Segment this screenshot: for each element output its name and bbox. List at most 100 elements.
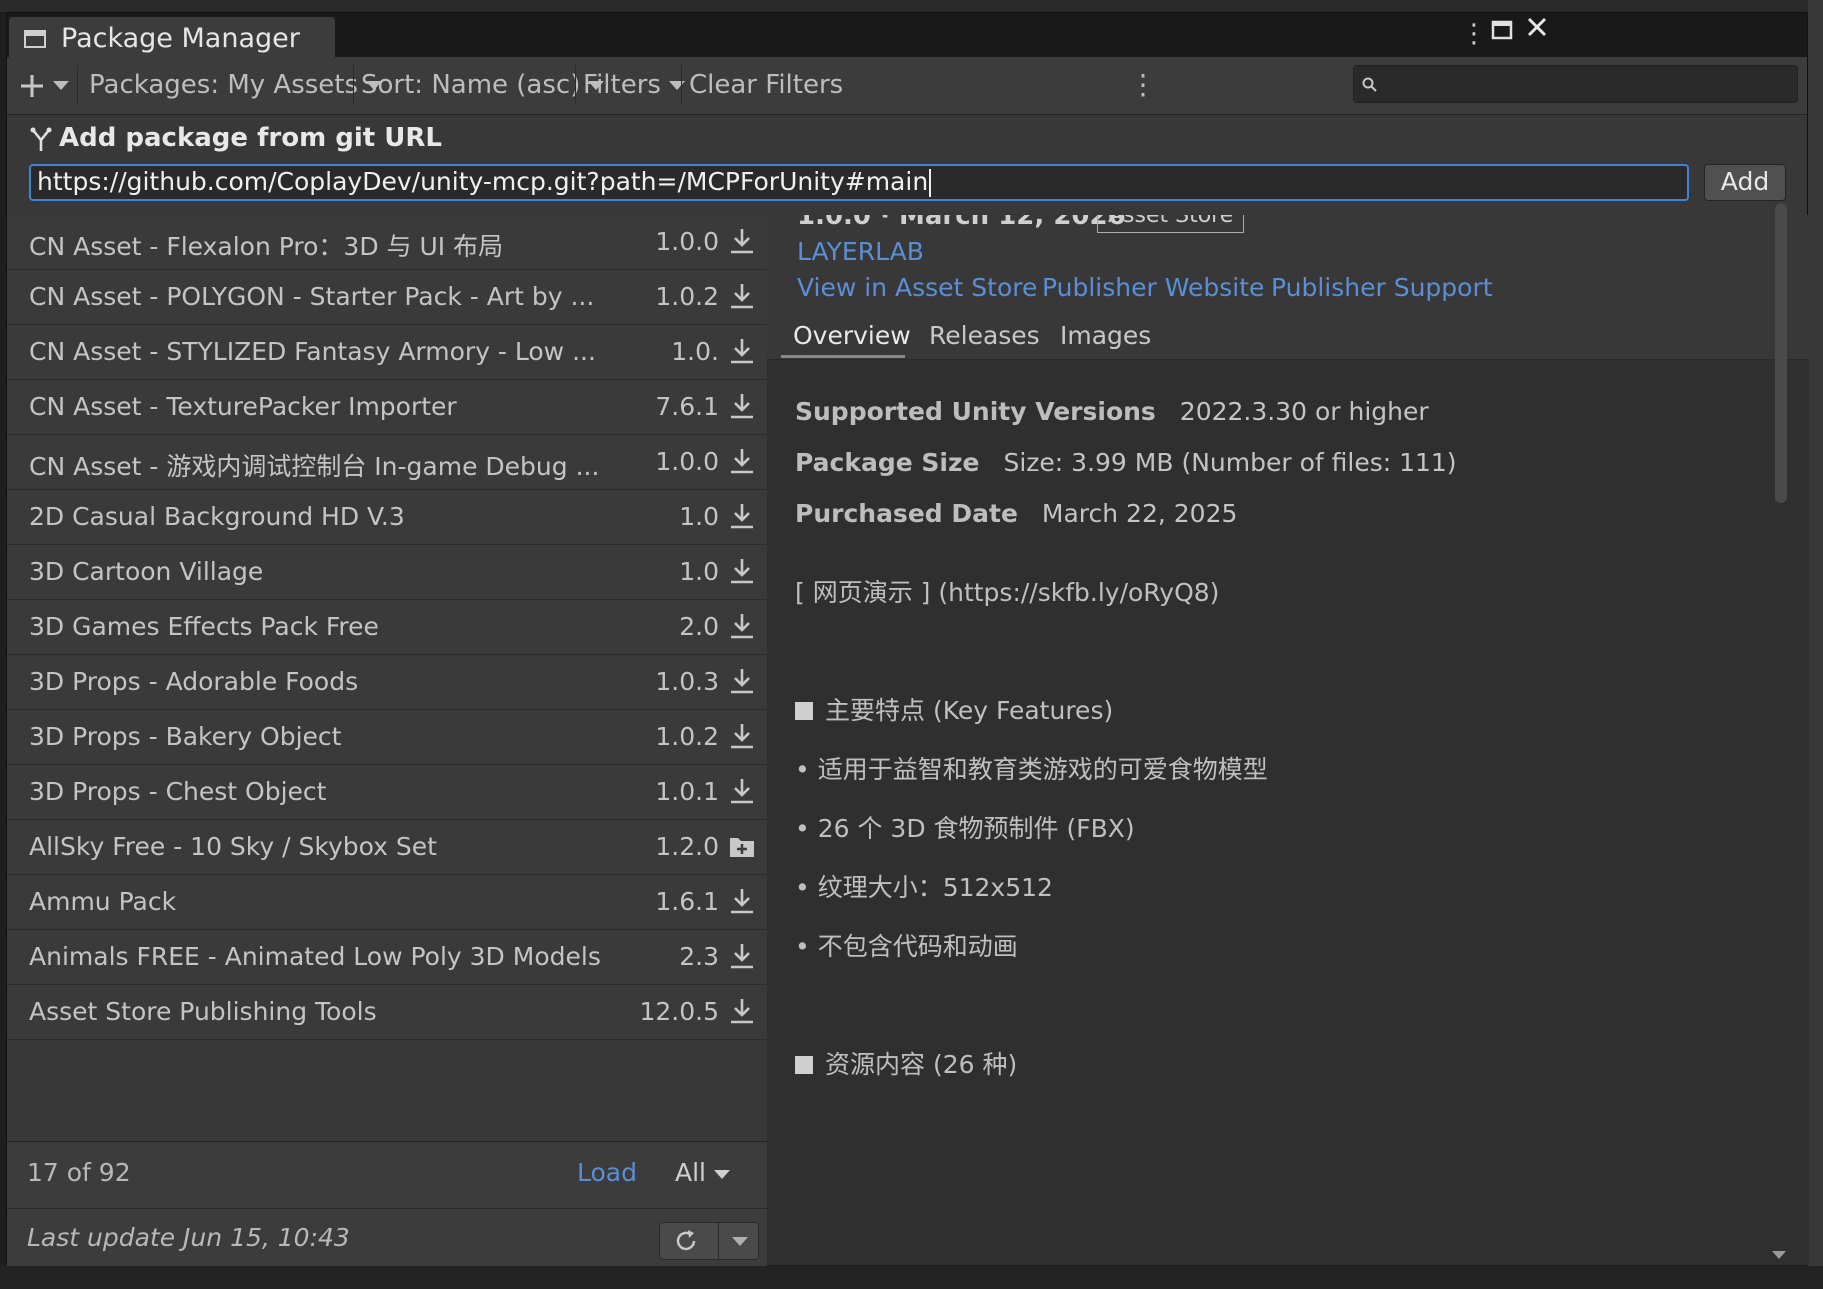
info-row-package-size: Package Size Size: 3.99 MB (Number of fil… bbox=[795, 448, 1457, 477]
package-row[interactable]: 2D Casual Background HD V.3 1.0 bbox=[7, 490, 767, 545]
scroll-down-icon[interactable] bbox=[1772, 1251, 1786, 1259]
details-scrollbar[interactable] bbox=[1775, 203, 1787, 503]
more-options-icon[interactable]: ⋮ bbox=[1461, 19, 1487, 49]
package-icon bbox=[24, 30, 46, 48]
features-heading-text: 主要特点 (Key Features) bbox=[825, 696, 1114, 725]
add-button[interactable]: Add bbox=[1704, 164, 1786, 201]
download-icon[interactable] bbox=[729, 887, 755, 915]
download-icon[interactable] bbox=[729, 557, 755, 585]
package-row[interactable]: AllSky Free - 10 Sky / Skybox Set 1.2.0 bbox=[7, 820, 767, 875]
toolbar: Packages: My Assets Sort: Name (asc) Fil… bbox=[7, 57, 1807, 115]
download-icon[interactable] bbox=[729, 447, 755, 475]
package-row[interactable]: Asset Store Publishing Tools 12.0.5 bbox=[7, 985, 767, 1040]
features-heading: 主要特点 (Key Features) bbox=[795, 691, 1113, 727]
package-name: CN Asset - 游戏内调试控制台 In-game Debug ... bbox=[29, 452, 600, 481]
package-row[interactable]: 3D Cartoon Village 1.0 bbox=[7, 545, 767, 600]
active-tab-indicator bbox=[781, 355, 905, 358]
package-row[interactable]: CN Asset - Flexalon Pro：3D 与 UI 布局 1.0.0 bbox=[7, 215, 767, 270]
feature-text: 纹理大小：512x512 bbox=[817, 873, 1053, 902]
chevron-down-icon bbox=[668, 81, 685, 90]
toolbar-divider bbox=[77, 65, 78, 105]
package-name: AllSky Free - 10 Sky / Skybox Set bbox=[29, 832, 437, 861]
package-row[interactable]: Ammu Pack 1.6.1 bbox=[7, 875, 767, 930]
download-icon[interactable] bbox=[729, 667, 755, 695]
tab-releases[interactable]: Releases bbox=[929, 321, 1040, 350]
publisher-website-link[interactable]: Publisher Website bbox=[1042, 273, 1264, 302]
package-name: 3D Props - Adorable Foods bbox=[29, 667, 359, 696]
details-tabs: Overview Releases Images bbox=[767, 313, 1809, 360]
text-cursor bbox=[929, 169, 932, 197]
publisher-support-link[interactable]: Publisher Support bbox=[1271, 273, 1493, 302]
clear-filters-button[interactable]: Clear Filters bbox=[689, 67, 843, 103]
git-branch-icon bbox=[30, 127, 52, 151]
info-row-purchased-date: Purchased Date March 22, 2025 bbox=[795, 499, 1237, 528]
package-row[interactable]: 3D Props - Bakery Object 1.0.2 bbox=[7, 710, 767, 765]
package-name: Ammu Pack bbox=[29, 887, 177, 916]
package-version: 1.0 bbox=[679, 502, 719, 531]
package-version: 1.2.0 bbox=[655, 832, 719, 861]
editor-toolbar-background bbox=[0, 0, 1823, 12]
download-icon[interactable] bbox=[729, 227, 755, 255]
chevron-down-icon[interactable] bbox=[732, 1237, 748, 1246]
tab-overview[interactable]: Overview bbox=[793, 321, 911, 350]
download-icon[interactable] bbox=[729, 612, 755, 640]
info-value: 2022.3.30 or higher bbox=[1179, 397, 1429, 426]
maximize-icon[interactable] bbox=[1491, 17, 1513, 47]
package-version: 1.0. bbox=[671, 337, 719, 366]
download-icon[interactable] bbox=[729, 722, 755, 750]
publisher-link[interactable]: LAYERLAB bbox=[797, 237, 924, 266]
feature-text: 不包含代码和动画 bbox=[817, 932, 1018, 961]
download-icon[interactable] bbox=[729, 777, 755, 805]
git-url-input[interactable]: https://github.com/CoplayDev/unity-mcp.g… bbox=[29, 164, 1689, 201]
package-name: 3D Cartoon Village bbox=[29, 557, 264, 586]
package-name: 2D Casual Background HD V.3 bbox=[29, 502, 405, 531]
load-amount-dropdown[interactable]: All bbox=[675, 1158, 730, 1187]
download-icon[interactable] bbox=[729, 392, 755, 420]
version-date-line: 1.0.0 · March 12, 2026 bbox=[797, 215, 1126, 231]
close-icon[interactable] bbox=[1525, 15, 1549, 46]
view-in-asset-store-link[interactable]: View in Asset Store bbox=[797, 273, 1037, 302]
package-list: CN Asset - Flexalon Pro：3D 与 UI 布局 1.0.0 C… bbox=[7, 215, 767, 1141]
package-name: 3D Games Effects Pack Free bbox=[29, 612, 379, 641]
filters-dropdown[interactable]: Filters bbox=[583, 67, 685, 103]
package-name: CN Asset - STYLIZED Fantasy Armory - Low… bbox=[29, 337, 596, 366]
package-manager-window: Package Manager ⋮ Packages: My Assets So… bbox=[6, 12, 1809, 1266]
package-name: 3D Props - Bakery Object bbox=[29, 722, 342, 751]
refresh-button[interactable] bbox=[659, 1222, 759, 1260]
download-icon[interactable] bbox=[729, 282, 755, 310]
sort-dropdown[interactable]: Sort: Name (asc) bbox=[361, 67, 605, 103]
package-version: 2.0 bbox=[679, 612, 719, 641]
download-icon[interactable] bbox=[729, 337, 755, 365]
packages-scope-dropdown[interactable]: Packages: My Assets bbox=[89, 67, 383, 103]
toolbar-divider bbox=[353, 65, 354, 105]
package-row[interactable]: CN Asset - 游戏内调试控制台 In-game Debug ... 1.0… bbox=[7, 435, 767, 490]
package-version: 7.6.1 bbox=[655, 392, 719, 421]
info-row-unity-versions: Supported Unity Versions 2022.3.30 or hig… bbox=[795, 397, 1429, 426]
package-row[interactable]: Animals FREE - Animated Low Poly 3D Mode… bbox=[7, 930, 767, 985]
feature-item: • 26 个 3D 食物预制件 (FBX) bbox=[795, 814, 1135, 843]
package-row[interactable]: CN Asset - STYLIZED Fantasy Armory - Low… bbox=[7, 325, 767, 380]
package-version: 2.3 bbox=[679, 942, 719, 971]
download-icon[interactable] bbox=[729, 502, 755, 530]
load-button[interactable]: Load bbox=[577, 1158, 637, 1187]
info-value: Size: 3.99 MB (Number of files: 111) bbox=[1003, 448, 1457, 477]
package-row[interactable]: CN Asset - TexturePacker Importer 7.6.1 bbox=[7, 380, 767, 435]
package-row[interactable]: CN Asset - POLYGON - Starter Pack - Art … bbox=[7, 270, 767, 325]
download-icon[interactable] bbox=[729, 942, 755, 970]
window-tab[interactable]: Package Manager bbox=[9, 17, 335, 57]
package-row[interactable]: 3D Games Effects Pack Free 2.0 bbox=[7, 600, 767, 655]
package-version: 1.0.0 bbox=[655, 227, 719, 256]
package-row[interactable]: 3D Props - Chest Object 1.0.1 bbox=[7, 765, 767, 820]
feature-text: 26 个 3D 食物预制件 (FBX) bbox=[817, 814, 1135, 843]
package-row[interactable]: 3D Props - Adorable Foods 1.0.3 bbox=[7, 655, 767, 710]
toolbar-more-icon[interactable]: ⋮ bbox=[1129, 67, 1157, 103]
tab-images[interactable]: Images bbox=[1060, 321, 1151, 350]
folder-add-icon[interactable] bbox=[729, 832, 755, 860]
git-url-value: https://github.com/CoplayDev/unity-mcp.g… bbox=[37, 167, 929, 196]
add-menu-button[interactable] bbox=[19, 67, 69, 103]
contents-heading-text: 资源内容 (26 种) bbox=[825, 1050, 1018, 1079]
download-icon[interactable] bbox=[729, 997, 755, 1025]
window-title: Package Manager bbox=[61, 23, 300, 54]
feature-item: • 适用于益智和教育类游戏的可爱食物模型 bbox=[795, 755, 1268, 784]
search-input[interactable] bbox=[1353, 65, 1798, 103]
